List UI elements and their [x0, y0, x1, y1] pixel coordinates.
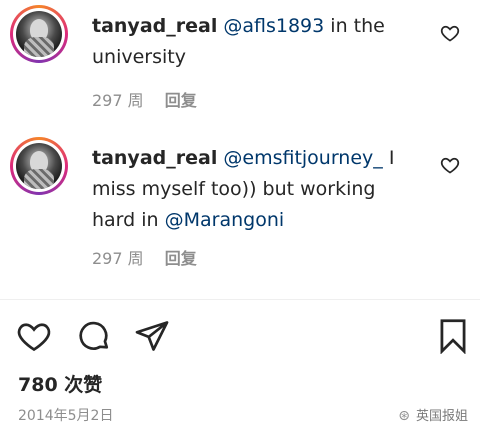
- mention-link[interactable]: @emsfitjourney_: [223, 147, 382, 169]
- bookmark-icon[interactable]: [436, 318, 470, 354]
- comment-text: tanyad_real @emsfitjourney_ I miss mysel…: [92, 143, 422, 236]
- reply-button[interactable]: 回复: [165, 91, 197, 110]
- like-count[interactable]: 780 次赞: [18, 370, 102, 397]
- post-date: 2014年5月2日: [18, 408, 114, 424]
- watermark-text: 英国报姐: [415, 409, 468, 424]
- comment-username[interactable]: tanyad_real: [92, 147, 217, 169]
- heart-outline-icon[interactable]: [440, 155, 460, 175]
- wechat-icon: ⊛: [398, 408, 410, 424]
- comment-text: tanyad_real @afls1893 in the university: [92, 11, 422, 73]
- paper-plane-icon[interactable]: [134, 318, 170, 354]
- divider: [0, 299, 480, 300]
- avatar[interactable]: [10, 5, 68, 63]
- mention-link[interactable]: @Marangoni: [165, 209, 285, 231]
- reply-button[interactable]: 回复: [165, 249, 197, 268]
- mention-link[interactable]: @afls1893: [223, 15, 324, 37]
- speech-bubble-icon[interactable]: [76, 318, 112, 354]
- heart-outline-icon[interactable]: [16, 318, 52, 354]
- comment-time: 297 周: [92, 249, 144, 268]
- avatar[interactable]: [10, 137, 68, 195]
- comment-time: 297 周: [92, 91, 144, 110]
- comment-meta: 297 周 回复: [92, 245, 197, 269]
- comment-username[interactable]: tanyad_real: [92, 15, 217, 37]
- heart-outline-icon[interactable]: [440, 23, 460, 43]
- comment-meta: 297 周 回复: [92, 87, 197, 111]
- watermark: ⊛ 英国报姐: [398, 405, 468, 424]
